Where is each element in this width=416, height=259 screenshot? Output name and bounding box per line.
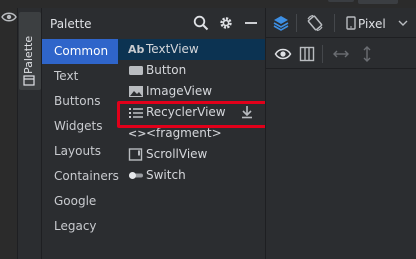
vertical-resize-icon[interactable] xyxy=(358,45,376,63)
toolbar-separator xyxy=(296,14,297,32)
view-toolbar xyxy=(266,39,416,69)
component-item-button[interactable]: Button xyxy=(118,60,266,81)
component-item-textview[interactable]: Ab TextView xyxy=(118,39,266,60)
toolbar-remnant xyxy=(358,0,398,4)
component-item-imageview[interactable]: ImageView xyxy=(118,81,266,102)
design-area: Pixel xyxy=(265,8,416,259)
palette-rail-label: Palette xyxy=(22,35,35,74)
category-item-text[interactable]: Text xyxy=(42,64,118,89)
left-tool-rail xyxy=(0,8,18,259)
palette-title: Palette xyxy=(50,17,92,31)
minimize-icon[interactable] xyxy=(242,14,260,32)
design-canvas[interactable] xyxy=(266,70,416,259)
palette-rail-icon xyxy=(23,75,35,86)
category-item-common[interactable]: Common xyxy=(42,39,118,64)
gear-icon[interactable] xyxy=(217,14,235,32)
category-list: Common Text Buttons Widgets Layouts Cont… xyxy=(42,39,119,239)
palette-panel: Palette Common Text Buttons Widgets Layo… xyxy=(41,8,266,259)
category-item-google[interactable]: Google xyxy=(42,189,118,214)
component-label: TextView xyxy=(146,42,199,56)
top-strip xyxy=(0,0,416,8)
scrollview-icon xyxy=(128,148,143,161)
toolbar-separator xyxy=(334,14,335,32)
phone-icon xyxy=(346,16,356,30)
category-item-layouts[interactable]: Layouts xyxy=(42,139,118,164)
component-label: Button xyxy=(146,63,187,77)
component-item-switch[interactable]: Switch xyxy=(118,165,266,186)
layers-icon[interactable] xyxy=(272,14,290,32)
highlight-box xyxy=(117,101,273,128)
palette-rail-tab[interactable]: Palette xyxy=(19,12,41,90)
toolbar-separator xyxy=(322,45,323,63)
component-label: <fragment> xyxy=(146,126,222,140)
rotate-icon[interactable] xyxy=(306,14,324,32)
category-item-buttons[interactable]: Buttons xyxy=(42,89,118,114)
palette-header: Palette xyxy=(42,8,266,38)
button-icon xyxy=(129,66,143,75)
category-item-widgets[interactable]: Widgets xyxy=(42,114,118,139)
horizontal-resize-icon[interactable] xyxy=(332,45,350,63)
category-item-legacy[interactable]: Legacy xyxy=(42,214,118,239)
image-icon xyxy=(129,86,143,97)
toolbar-remnant xyxy=(328,0,354,2)
design-toolbar: Pixel xyxy=(266,8,416,38)
search-icon[interactable] xyxy=(192,14,210,32)
component-item-scrollview[interactable]: ScrollView xyxy=(118,144,266,165)
component-label: Switch xyxy=(146,168,186,182)
category-item-containers[interactable]: Containers xyxy=(42,164,119,189)
eye-icon[interactable] xyxy=(1,11,17,23)
chevron-down-icon[interactable] xyxy=(398,18,408,28)
textview-icon: Ab xyxy=(128,43,145,56)
columns-icon[interactable] xyxy=(298,45,316,63)
device-select[interactable]: Pixel xyxy=(358,17,386,31)
code-icon: <> xyxy=(128,127,147,140)
eye-icon[interactable] xyxy=(274,45,292,63)
component-label: ImageView xyxy=(146,84,213,98)
switch-icon xyxy=(129,172,143,179)
component-label: ScrollView xyxy=(146,147,208,161)
